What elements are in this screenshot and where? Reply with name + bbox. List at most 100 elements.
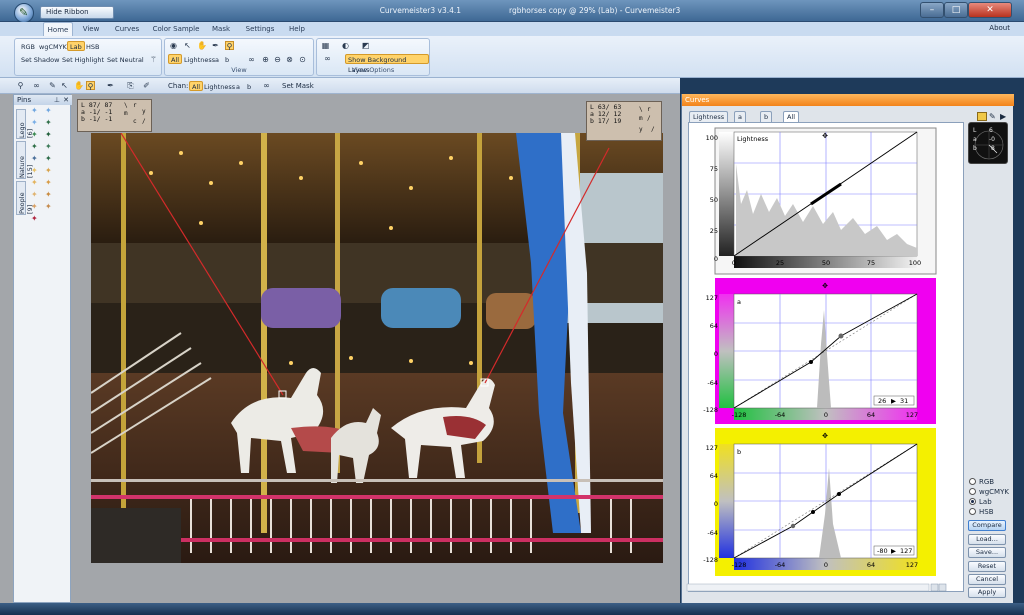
pin-icon[interactable]: ✦ xyxy=(45,143,53,151)
set-neutral-button[interactable]: Set Neutral xyxy=(104,54,147,64)
pin-icon[interactable]: ✦ xyxy=(31,119,39,127)
copy-tool-icon[interactable]: ⎘ xyxy=(126,81,135,90)
scroll-right-button[interactable] xyxy=(938,583,947,592)
app-menu-button[interactable]: ✎ xyxy=(14,3,34,23)
color-sample-left[interactable]: L 87/ 87 a -1/ -1 b -1/ -1 \ r m c y / xyxy=(77,99,152,132)
wand-icon[interactable]: ⚚ xyxy=(149,55,158,64)
hand-tool-icon[interactable]: ✋ xyxy=(74,81,84,90)
hide-ribbon-button[interactable]: Hide Ribbon xyxy=(40,6,114,19)
pin-tool-icon[interactable]: ⚲ xyxy=(16,81,25,90)
b-readout-output[interactable]: 127 xyxy=(900,547,912,555)
reset-button[interactable]: Reset xyxy=(968,561,1006,572)
set-mask-dropdown[interactable]: Set Mask xyxy=(282,82,314,90)
edit-icon[interactable]: ✎ xyxy=(989,112,996,121)
curves-scrollbar[interactable] xyxy=(686,583,930,592)
set-shadow-button[interactable]: Set Shadow xyxy=(18,54,62,64)
toolbar-chan-b[interactable]: b xyxy=(244,81,254,91)
pin-icon[interactable]: ✦ xyxy=(31,107,39,115)
pin-panel-icon[interactable]: ⊥ xyxy=(54,95,60,105)
mask-link-icon[interactable]: ∞ xyxy=(262,81,271,90)
radio-hsb[interactable]: HSB xyxy=(969,508,994,516)
carousel-photo[interactable] xyxy=(91,133,663,563)
eyedropper-tool-icon[interactable]: ✒ xyxy=(106,81,115,90)
link-icon[interactable]: ∞ xyxy=(247,55,256,64)
radio-rgb[interactable]: RGB xyxy=(969,478,994,486)
layout-icon[interactable]: ▦ xyxy=(321,41,330,50)
compare-button[interactable]: Compare xyxy=(968,520,1006,531)
tab-settings[interactable]: Settings xyxy=(242,22,278,36)
toolbar-chan-a[interactable]: a xyxy=(233,81,243,91)
eyedropper-icon[interactable]: ✒ xyxy=(211,41,220,50)
pin-icon[interactable]: ✦ xyxy=(31,191,39,199)
pin-icon[interactable]: ✦ xyxy=(45,203,53,211)
pin-icon[interactable]: ✦ xyxy=(45,179,53,187)
panel-drag-icon[interactable]: ✥ xyxy=(822,282,828,290)
pin-icon[interactable]: ✦ xyxy=(45,167,53,175)
tab-help[interactable]: Help xyxy=(284,22,310,36)
zoom-icon[interactable]: ⚲ xyxy=(225,41,234,51)
hand-icon[interactable]: ✋ xyxy=(197,41,207,50)
zoom-actual-icon[interactable]: ⊙ xyxy=(298,55,307,64)
maximize-button[interactable]: □ xyxy=(944,2,968,18)
zoom-fit-icon[interactable]: ⊗ xyxy=(285,55,294,64)
mask-view-icon[interactable]: ◐ xyxy=(341,41,350,50)
save-button[interactable]: Save... xyxy=(968,547,1006,558)
lightness-curve-panel[interactable]: Lightness 100 75 50 25 0 0 25 50 75 100 … xyxy=(706,127,937,275)
a-readout-input[interactable]: 26 xyxy=(878,397,886,405)
tab-home[interactable]: Home xyxy=(43,22,73,36)
minimize-button[interactable]: – xyxy=(920,2,944,18)
chan-all-chip[interactable]: All xyxy=(168,54,183,64)
zoom-tool-icon[interactable]: ⚲ xyxy=(86,81,95,91)
scroll-left-button[interactable] xyxy=(930,583,939,592)
pin-icon[interactable]: ✦ xyxy=(31,179,39,187)
pin-icon[interactable]: ✦ xyxy=(31,215,39,223)
pins-tab-nature[interactable]: Nature [15] xyxy=(16,141,34,179)
a-readout-output[interactable]: 31 xyxy=(900,397,908,405)
pin-icon[interactable]: ✦ xyxy=(31,167,39,175)
chan-b-chip[interactable]: b xyxy=(222,54,232,64)
pin-icon[interactable]: ✦ xyxy=(45,119,53,127)
panel-drag-icon[interactable]: ✥ xyxy=(822,132,828,140)
pins-tab-lego[interactable]: Lego [6] xyxy=(16,109,34,139)
infinity-icon[interactable]: ∞ xyxy=(323,54,332,63)
chan-a-chip[interactable]: a xyxy=(212,54,222,64)
draw-tool-icon[interactable]: ✎ xyxy=(48,81,57,90)
play-icon[interactable]: ▶ xyxy=(1000,112,1006,121)
pin-icon[interactable]: ✦ xyxy=(45,155,53,163)
tab-curves[interactable]: Curves xyxy=(110,22,144,36)
pins-tab-people[interactable]: People [9] xyxy=(16,181,34,215)
radio-lab[interactable]: Lab xyxy=(969,498,992,506)
pin-icon[interactable]: ✦ xyxy=(31,155,39,163)
select-tool-icon[interactable]: ↖ xyxy=(60,81,69,90)
close-pins-icon[interactable]: ✕ xyxy=(63,95,69,105)
a-curve-panel[interactable]: a 127 64 0 -64 -128 -128 -64 0 64 127 26… xyxy=(703,278,936,424)
mode-hsb[interactable]: HSB xyxy=(83,41,102,51)
pin-icon[interactable]: ✦ xyxy=(45,107,53,115)
curvemeister-icon[interactable]: ◉ xyxy=(169,41,178,50)
set-highlight-button[interactable]: Set Highlight xyxy=(59,54,107,64)
mode-rgb[interactable]: RGB xyxy=(18,41,38,51)
zoom-out-icon[interactable]: ⊖ xyxy=(273,55,282,64)
load-button[interactable]: Load... xyxy=(968,534,1006,545)
apply-button[interactable]: Apply xyxy=(968,587,1006,598)
brush-tool-icon[interactable]: ✐ xyxy=(142,81,151,90)
zoom-in-icon[interactable]: ⊕ xyxy=(261,55,270,64)
mode-wgcmyk[interactable]: wgCMYK xyxy=(36,41,70,51)
pin-icon[interactable]: ✦ xyxy=(45,131,53,139)
tab-color-sample[interactable]: Color Sample xyxy=(150,22,202,36)
about-link[interactable]: About xyxy=(989,24,1010,32)
tab-view[interactable]: View xyxy=(78,22,104,36)
panel-drag-icon[interactable]: ✥ xyxy=(822,432,828,440)
overlay-icon[interactable]: ◩ xyxy=(361,41,370,50)
close-button[interactable]: ✕ xyxy=(968,2,1012,18)
pin-icon[interactable]: ✦ xyxy=(31,143,39,151)
curves-graphs[interactable]: Lightness 100 75 50 25 0 0 25 50 75 100 … xyxy=(681,94,981,603)
show-background-layers-toggle[interactable]: Show Background Layers xyxy=(345,54,429,74)
radio-wgcmyk[interactable]: wgCMYK xyxy=(969,488,1009,496)
b-readout-input[interactable]: -80 xyxy=(877,547,888,555)
cancel-button[interactable]: Cancel xyxy=(968,574,1006,585)
color-sample-right[interactable]: L 63/ 63 a 12/ 12 b 17/ 19 \ r m / y / xyxy=(586,101,662,141)
pin-icon[interactable]: ✦ xyxy=(45,191,53,199)
pin-icon[interactable]: ✦ xyxy=(31,203,39,211)
pin-icon[interactable]: ✦ xyxy=(31,131,39,139)
